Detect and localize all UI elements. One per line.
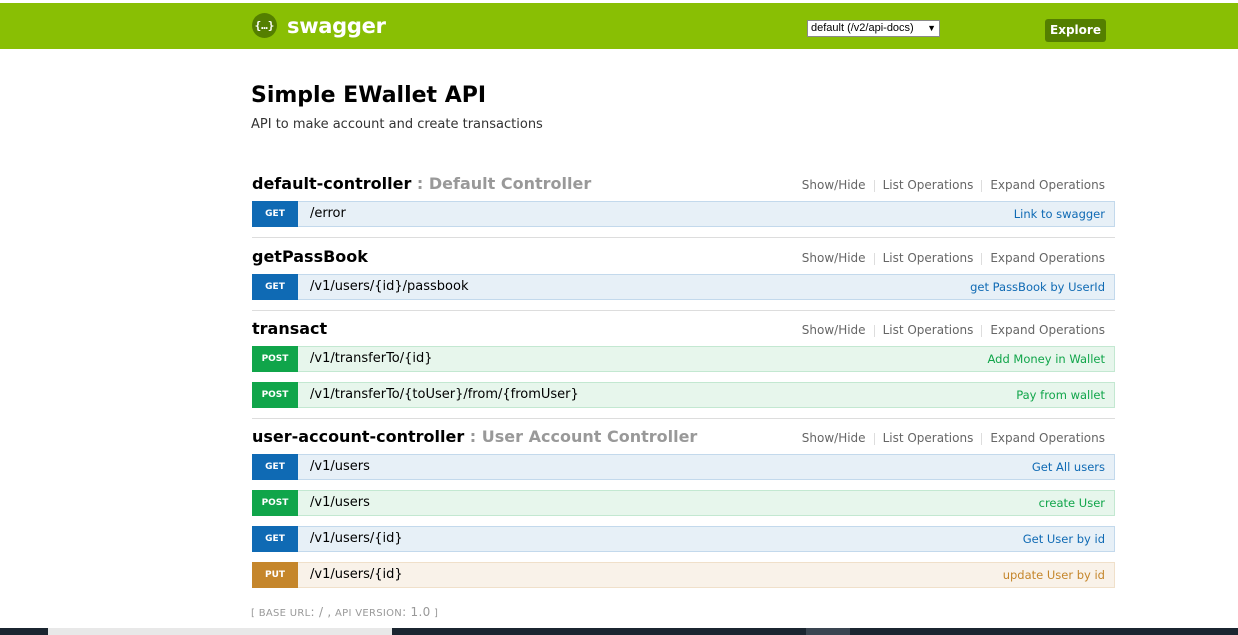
show-hide-link[interactable]: Show/Hide (802, 251, 866, 265)
options-separator (981, 179, 983, 192)
operation-row[interactable]: GET/error Link to swagger (252, 201, 1115, 227)
list-operations-link[interactable]: List Operations (883, 431, 974, 445)
resource-heading-getPassBook[interactable]: getPassBook (252, 247, 368, 266)
resource-heading-default-controller[interactable]: default-controller : Default Controller (252, 174, 591, 193)
footer-bracket-open: [ (251, 608, 256, 619)
expand-operations-link[interactable]: Expand Operations (990, 251, 1105, 265)
resource-heading-transact[interactable]: transact (252, 319, 327, 338)
http-method-badge[interactable]: GET (252, 274, 298, 300)
http-method-badge[interactable]: GET (252, 454, 298, 480)
operation-summary[interactable]: get PassBook by UserId (970, 275, 1105, 299)
operation-path[interactable]: /error (310, 202, 346, 226)
operation-summary[interactable]: Get All users (1032, 455, 1105, 479)
spec-select-value: default (/v2/api-docs) (811, 22, 914, 34)
operation-summary[interactable]: Pay from wallet (1016, 383, 1105, 407)
resource-name[interactable]: default-controller (252, 174, 411, 193)
expand-operations-link[interactable]: Expand Operations (990, 323, 1105, 337)
options-separator (981, 252, 983, 265)
explore-button[interactable]: Explore (1045, 19, 1106, 42)
api-version-label: API VERSION (335, 608, 403, 619)
taskbar-item[interactable] (806, 628, 850, 635)
swagger-logo-text[interactable]: swagger (287, 14, 386, 38)
resource-divider (252, 418, 1115, 419)
operation-row[interactable]: GET/v1/users/{id} Get User by id (252, 526, 1115, 552)
operation-row[interactable]: PUT/v1/users/{id} update User by id (252, 562, 1115, 588)
options-separator (873, 432, 875, 445)
list-operations-link[interactable]: List Operations (883, 323, 974, 337)
resource-divider (252, 237, 1115, 238)
list-operations-link[interactable]: List Operations (883, 178, 974, 192)
footer-bracket-close: ] (434, 608, 439, 619)
resource-description: : (464, 427, 482, 446)
operation-path[interactable]: /v1/transferTo/{id} (310, 347, 433, 371)
operation-row[interactable]: POST/v1/transferTo/{id} Add Money in Wall… (252, 346, 1115, 372)
operation-row[interactable]: GET/v1/users Get All users (252, 454, 1115, 480)
swagger-header: {…} swagger default (/v2/api-docs) ▼ Exp… (0, 3, 1238, 49)
operation-row[interactable]: GET/v1/users/{id}/passbook get PassBook b… (252, 274, 1115, 300)
resource-name[interactable]: transact (252, 319, 327, 338)
options-separator (981, 432, 983, 445)
http-method-badge[interactable]: POST (252, 382, 298, 408)
operation-summary[interactable]: update User by id (1003, 563, 1105, 587)
operation-summary[interactable]: Add Money in Wallet (988, 347, 1106, 371)
http-method-badge[interactable]: GET (252, 201, 298, 227)
api-description: API to make account and create transacti… (251, 117, 543, 132)
operation-path[interactable]: /v1/transferTo/{toUser}/from/{fromUser} (310, 383, 579, 407)
api-footer: [ BASE URL: / , API VERSION: 1.0 ] (251, 605, 438, 619)
options-separator (873, 324, 875, 337)
resource-name[interactable]: getPassBook (252, 247, 368, 266)
operation-path[interactable]: /v1/users/{id} (310, 563, 403, 587)
operation-path[interactable]: /v1/users/{id} (310, 527, 403, 551)
operation-path[interactable]: /v1/users/{id}/passbook (310, 275, 468, 299)
taskbar (0, 628, 1238, 635)
operation-summary[interactable]: Link to swagger (1014, 202, 1105, 226)
options-separator (873, 252, 875, 265)
dropdown-arrow-icon: ▼ (927, 23, 936, 33)
show-hide-link[interactable]: Show/Hide (802, 323, 866, 337)
options-separator (873, 179, 875, 192)
operation-summary[interactable]: Get User by id (1023, 527, 1105, 551)
http-method-badge[interactable]: POST (252, 346, 298, 372)
resource-description-text: Default Controller (428, 174, 592, 193)
http-method-badge[interactable]: PUT (252, 562, 298, 588)
expand-operations-link[interactable]: Expand Operations (990, 178, 1105, 192)
resource-heading-user-account-controller[interactable]: user-account-controller : User Account C… (252, 427, 697, 446)
api-title: Simple EWallet API (251, 83, 487, 108)
taskbar-item[interactable] (48, 628, 392, 635)
resource-options: Show/Hide List Operations Expand Operation… (802, 431, 1105, 445)
show-hide-link[interactable]: Show/Hide (802, 178, 866, 192)
swagger-logo-icon[interactable]: {…} (252, 13, 277, 38)
resource-description-text: User Account Controller (481, 427, 698, 446)
show-hide-link[interactable]: Show/Hide (802, 431, 866, 445)
resource-description: : (411, 174, 429, 193)
resource-options: Show/Hide List Operations Expand Operation… (802, 323, 1105, 337)
resource-name[interactable]: user-account-controller (252, 427, 464, 446)
base-url-label: BASE URL (258, 608, 311, 619)
resource-divider (252, 310, 1115, 311)
spec-select[interactable]: default (/v2/api-docs) ▼ (807, 20, 940, 37)
operation-row[interactable]: POST/v1/transferTo/{toUser}/from/{fromUs… (252, 382, 1115, 408)
http-method-badge[interactable]: POST (252, 490, 298, 516)
list-operations-link[interactable]: List Operations (883, 251, 974, 265)
operation-path[interactable]: /v1/users (310, 491, 370, 515)
operation-summary[interactable]: create User (1039, 491, 1105, 515)
base-url-value: : / , (310, 605, 332, 619)
expand-operations-link[interactable]: Expand Operations (990, 431, 1105, 445)
http-method-badge[interactable]: GET (252, 526, 298, 552)
api-version-value: : 1.0 (402, 605, 431, 619)
resource-options: Show/Hide List Operations Expand Operation… (802, 251, 1105, 265)
operation-row[interactable]: POST/v1/users create User (252, 490, 1115, 516)
options-separator (981, 324, 983, 337)
operation-path[interactable]: /v1/users (310, 455, 370, 479)
resource-options: Show/Hide List Operations Expand Operation… (802, 178, 1105, 192)
